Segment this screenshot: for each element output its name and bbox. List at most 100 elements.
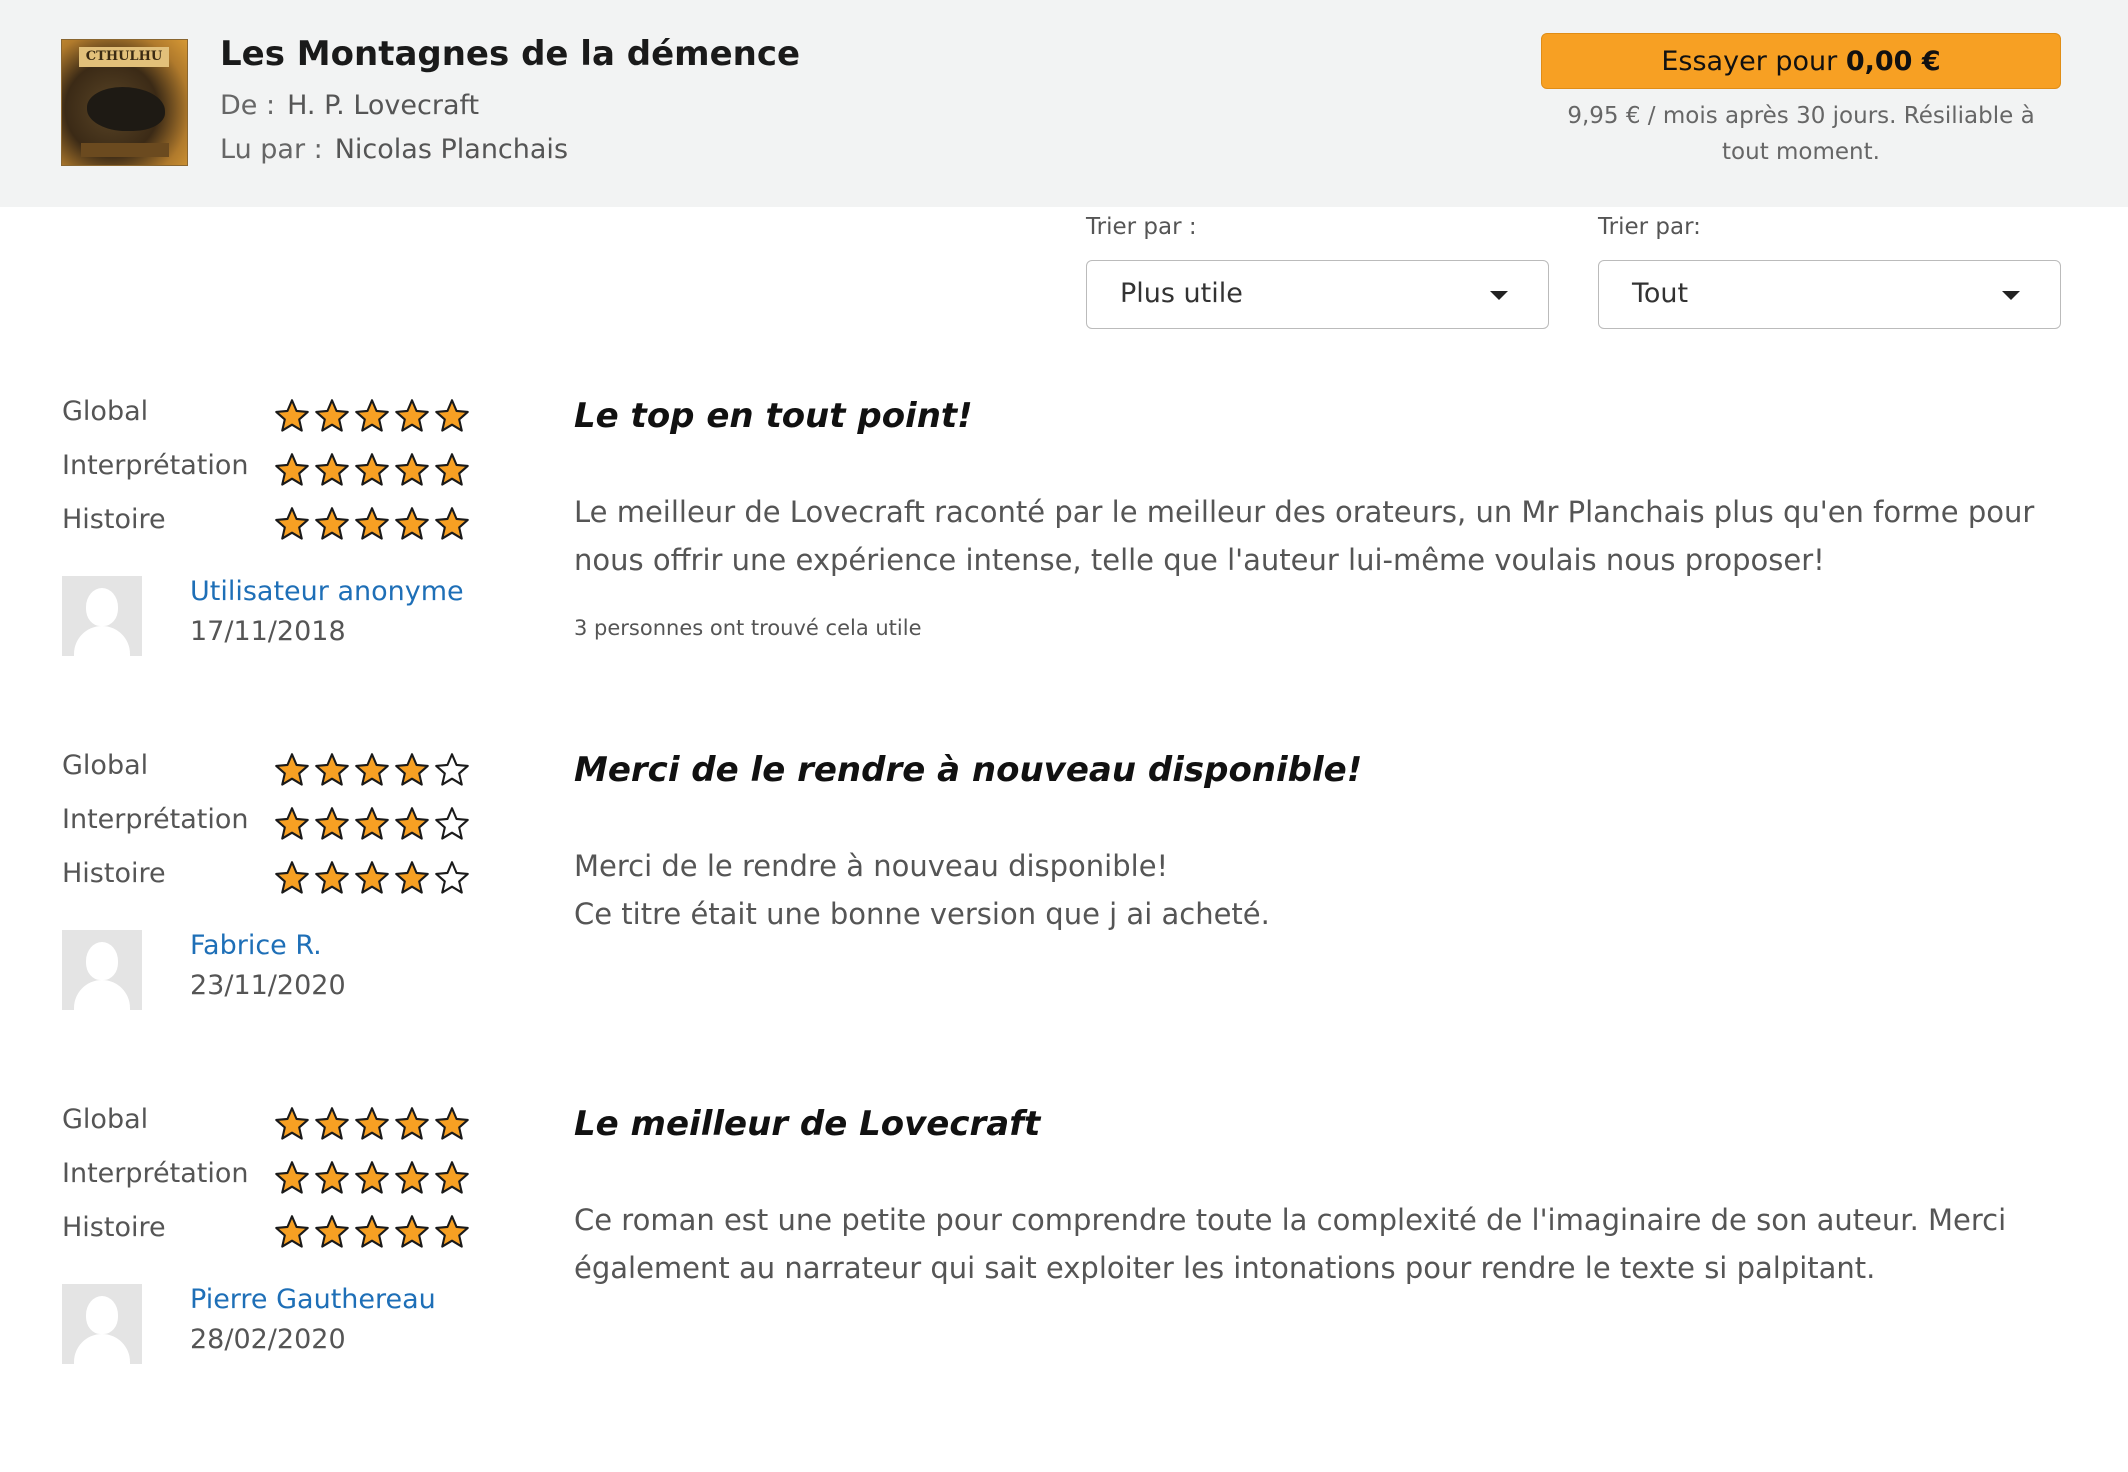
review-item: Global Interprétation Histoire Pierre Ga…	[0, 1102, 2128, 1442]
review-body: Ce roman est une petite pour comprendre …	[574, 1203, 2007, 1285]
rating-label-story: Histoire	[62, 504, 166, 535]
star-filled-icon	[395, 1107, 429, 1140]
star-filled-icon	[315, 453, 349, 486]
star-filled-icon	[315, 507, 349, 540]
star-filled-icon	[275, 753, 309, 786]
star-filled-icon	[275, 861, 309, 894]
reviewer-name-link[interactable]: Utilisateur anonyme	[190, 576, 464, 607]
star-filled-icon	[395, 1161, 429, 1194]
sort-order-value: Plus utile	[1120, 278, 1243, 309]
star-empty-icon	[435, 861, 469, 894]
rating-stars-story	[274, 860, 470, 896]
try-button-prefix: Essayer pour	[1661, 46, 1846, 77]
author-label: De :	[220, 90, 276, 121]
rating-label-interpretation: Interprétation	[62, 450, 249, 481]
try-free-button[interactable]: Essayer pour 0,00 €	[1541, 33, 2061, 89]
narrator-name[interactable]: Nicolas Planchais	[335, 134, 568, 165]
cover-title: CTHULHU	[79, 47, 169, 67]
review-date: 17/11/2018	[190, 616, 346, 647]
rating-stars-story	[274, 1214, 470, 1250]
rating-label-interpretation: Interprétation	[62, 804, 249, 835]
sort-order-label: Trier par :	[1086, 214, 1197, 240]
avatar-icon	[62, 576, 142, 656]
star-filled-icon	[355, 453, 389, 486]
star-filled-icon	[435, 1161, 469, 1194]
rating-label-story: Histoire	[62, 858, 166, 889]
star-filled-icon	[275, 1161, 309, 1194]
rating-label-global: Global	[62, 1104, 149, 1135]
star-filled-icon	[315, 1107, 349, 1140]
cover-creature-illustration	[87, 87, 165, 131]
star-filled-icon	[315, 807, 349, 840]
star-filled-icon	[355, 507, 389, 540]
star-filled-icon	[275, 453, 309, 486]
star-filled-icon	[355, 861, 389, 894]
star-filled-icon	[395, 399, 429, 432]
star-filled-icon	[395, 507, 429, 540]
helpful-count: 3 personnes ont trouvé cela utile	[574, 616, 922, 640]
review-title: Le meilleur de Lovecraft	[574, 1104, 1041, 1144]
sort-filter-value: Tout	[1632, 278, 1689, 309]
star-empty-icon	[435, 807, 469, 840]
star-filled-icon	[355, 753, 389, 786]
rating-stars-global	[274, 752, 470, 788]
offer-subtext: 9,95 € / mois après 30 jours. Résiliable…	[1567, 103, 2035, 165]
sort-order-select[interactable]: Plus utile	[1086, 260, 1549, 329]
star-filled-icon	[275, 399, 309, 432]
narrator-row: Lu par : Nicolas Planchais	[220, 134, 568, 165]
review-body: Merci de le rendre à nouveau disponible!…	[574, 842, 2044, 938]
star-filled-icon	[435, 1215, 469, 1248]
star-filled-icon	[395, 861, 429, 894]
star-filled-icon	[275, 807, 309, 840]
star-filled-icon	[315, 399, 349, 432]
star-filled-icon	[275, 507, 309, 540]
reviewer-name-link[interactable]: Fabrice R.	[190, 930, 322, 961]
star-filled-icon	[395, 753, 429, 786]
rating-label-interpretation: Interprétation	[62, 1158, 249, 1189]
review-title: Merci de le rendre à nouveau disponible!	[574, 750, 1363, 790]
star-filled-icon	[355, 1215, 389, 1248]
star-filled-icon	[275, 1215, 309, 1248]
chevron-down-icon	[1490, 291, 1508, 300]
rating-stars-story	[274, 506, 470, 542]
narrator-label: Lu par :	[220, 134, 323, 165]
star-filled-icon	[315, 1215, 349, 1248]
book-title: Les Montagnes de la démence	[220, 34, 801, 74]
star-empty-icon	[435, 753, 469, 786]
star-filled-icon	[435, 453, 469, 486]
author-row: De : H. P. Lovecraft	[220, 90, 479, 121]
book-cover-image[interactable]: CTHULHU	[61, 39, 188, 166]
review-item: Global Interprétation Histoire Fabrice R…	[0, 748, 2128, 1088]
star-filled-icon	[315, 861, 349, 894]
star-filled-icon	[355, 807, 389, 840]
star-filled-icon	[435, 507, 469, 540]
star-filled-icon	[315, 1161, 349, 1194]
try-button-price: 0,00 €	[1845, 46, 1941, 77]
author-name[interactable]: H. P. Lovecraft	[287, 90, 479, 121]
star-filled-icon	[435, 399, 469, 432]
rating-label-global: Global	[62, 396, 149, 427]
rating-stars-interpretation	[274, 806, 470, 842]
sort-filter-select[interactable]: Tout	[1598, 260, 2061, 329]
star-filled-icon	[435, 1107, 469, 1140]
review-body-line: Merci de le rendre à nouveau disponible!	[574, 849, 1169, 883]
star-filled-icon	[355, 1107, 389, 1140]
review-title: Le top en tout point!	[574, 396, 973, 436]
chevron-down-icon	[2002, 291, 2020, 300]
sort-filter-label: Trier par:	[1598, 214, 1701, 240]
rating-stars-global	[274, 1106, 470, 1142]
cover-footer-band	[81, 143, 169, 157]
rating-stars-interpretation	[274, 452, 470, 488]
book-header: CTHULHU Les Montagnes de la démence De :…	[0, 0, 2128, 207]
star-filled-icon	[395, 453, 429, 486]
rating-label-story: Histoire	[62, 1212, 166, 1243]
star-filled-icon	[395, 807, 429, 840]
rating-stars-global	[274, 398, 470, 434]
reviewer-name-link[interactable]: Pierre Gauthereau	[190, 1284, 436, 1315]
review-body: Le meilleur de Lovecraft raconté par le …	[574, 495, 2035, 577]
review-date: 23/11/2020	[190, 970, 346, 1001]
review-date: 28/02/2020	[190, 1324, 346, 1355]
star-filled-icon	[275, 1107, 309, 1140]
rating-label-global: Global	[62, 750, 149, 781]
star-filled-icon	[395, 1215, 429, 1248]
